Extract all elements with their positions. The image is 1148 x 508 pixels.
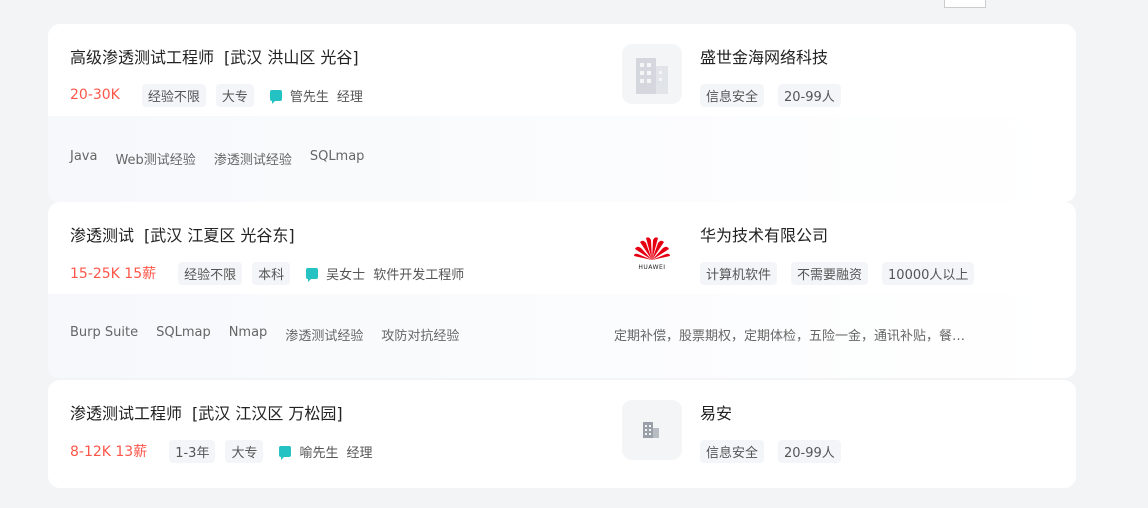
- job-card-header: 渗透测试 [武汉 江夏区 光谷东] 15-25K 15薪 经验不限 本科 吴女士 …: [48, 202, 1076, 294]
- recruiter-name: 管先生: [289, 89, 329, 105]
- skill-tag: SQLmap: [309, 149, 365, 164]
- company-name[interactable]: 盛世金海网络科技: [700, 44, 828, 68]
- job-meta: 8-12K 13薪 1-3年 大专 喻先生 经理: [70, 439, 373, 463]
- job-location: [武汉 江夏区 光谷东]: [144, 226, 295, 245]
- building-small-icon[interactable]: [622, 400, 682, 460]
- job-location: [武汉 洪山区 光谷]: [224, 48, 359, 67]
- chat-icon: [269, 89, 282, 104]
- company-tags: 信息安全 20-99人: [700, 83, 855, 107]
- job-salary: 20-30K: [70, 87, 120, 103]
- job-salary: 8-12K 13薪: [70, 444, 148, 460]
- skill-tag: Java: [70, 149, 98, 164]
- top-tab-fragment: [944, 0, 986, 8]
- job-card-header: 高级渗透测试工程师 [武汉 洪山区 光谷] 20-30K 经验不限 大专 管先生 …: [48, 24, 1076, 116]
- recruiter-info[interactable]: 喻先生 经理: [279, 442, 373, 461]
- job-title[interactable]: 渗透测试: [70, 226, 134, 245]
- education-tag: 大专: [225, 439, 264, 463]
- skill-tag: 攻防对抗经验: [381, 329, 460, 344]
- skill-tags: Burp Suite SQLmap Nmap 渗透测试经验 攻防对抗经验: [70, 325, 477, 344]
- recruiter-name: 吴女士: [326, 267, 366, 283]
- job-title-line[interactable]: 高级渗透测试工程师 [武汉 洪山区 光谷]: [70, 44, 359, 68]
- recruiter-role: 经理: [336, 89, 363, 105]
- job-card-header: 渗透测试工程师 [武汉 江汉区 万松园] 8-12K 13薪 1-3年 大专 喻先…: [48, 380, 1076, 472]
- company-industry-tag: 信息安全: [700, 439, 765, 463]
- company-size-tag: 20-99人: [778, 83, 841, 107]
- chat-icon: [279, 445, 292, 460]
- logo-wordmark: HUAWEI: [638, 263, 666, 271]
- experience-tag: 经验不限: [178, 261, 243, 285]
- job-title-line[interactable]: 渗透测试 [武汉 江夏区 光谷东]: [70, 222, 295, 246]
- education-tag: 大专: [215, 83, 254, 107]
- job-title[interactable]: 高级渗透测试工程师: [70, 48, 214, 67]
- job-meta: 20-30K 经验不限 大专 管先生 经理: [70, 83, 363, 107]
- company-name[interactable]: 华为技术有限公司: [700, 222, 828, 246]
- company-industry-tag: 计算机软件: [700, 261, 778, 285]
- skill-tag: 渗透测试经验: [285, 329, 364, 344]
- job-card[interactable]: 高级渗透测试工程师 [武汉 洪山区 光谷] 20-30K 经验不限 大专 管先生 …: [48, 24, 1076, 202]
- recruiter-name: 喻先生: [299, 445, 339, 461]
- recruiter-role: 经理: [346, 445, 373, 461]
- job-location: [武汉 江汉区 万松园]: [192, 404, 343, 423]
- skill-tag: Nmap: [228, 325, 268, 340]
- education-tag: 本科: [252, 261, 291, 285]
- experience-tag: 经验不限: [141, 83, 206, 107]
- job-card-footer: Burp Suite SQLmap Nmap 渗透测试经验 攻防对抗经验 定期补…: [48, 294, 1076, 378]
- job-card-footer: Java Web测试经验 渗透测试经验 SQLmap: [48, 116, 1076, 202]
- company-tags: 信息安全 20-99人: [700, 439, 855, 463]
- job-list-page: 高级渗透测试工程师 [武汉 洪山区 光谷] 20-30K 经验不限 大专 管先生 …: [0, 0, 1148, 508]
- skill-tag: Burp Suite: [70, 325, 139, 340]
- company-funding-tag: 不需要融资: [791, 261, 869, 285]
- job-card[interactable]: 渗透测试 [武汉 江夏区 光谷东] 15-25K 15薪 经验不限 本科 吴女士 …: [48, 202, 1076, 378]
- skill-tag: SQLmap: [156, 325, 211, 340]
- skill-tag: 渗透测试经验: [213, 153, 292, 168]
- recruiter-role: 软件开发工程师: [373, 267, 465, 283]
- job-salary: 15-25K 15薪: [70, 266, 157, 282]
- job-card[interactable]: 渗透测试工程师 [武汉 江汉区 万松园] 8-12K 13薪 1-3年 大专 喻先…: [48, 380, 1076, 488]
- skill-tag: Web测试经验: [115, 153, 196, 168]
- company-size-tag: 10000人以上: [882, 261, 975, 285]
- building-icon[interactable]: [622, 44, 682, 104]
- job-meta: 15-25K 15薪 经验不限 本科 吴女士 软件开发工程师: [70, 261, 464, 285]
- skill-tags: Java Web测试经验 渗透测试经验 SQLmap: [70, 149, 382, 168]
- job-title-line[interactable]: 渗透测试工程师 [武汉 江汉区 万松园]: [70, 400, 343, 424]
- chat-icon: [306, 267, 319, 282]
- experience-tag: 1-3年: [169, 439, 216, 463]
- welfare-text: 定期补偿，股票期权，定期体检，五险一金，通讯补贴，餐…: [614, 329, 966, 344]
- company-size-tag: 20-99人: [778, 439, 841, 463]
- job-title[interactable]: 渗透测试工程师: [70, 404, 182, 423]
- company-name[interactable]: 易安: [700, 400, 732, 424]
- company-industry-tag: 信息安全: [700, 83, 765, 107]
- huawei-logo-icon[interactable]: HUAWEI: [622, 222, 682, 282]
- recruiter-info[interactable]: 吴女士 软件开发工程师: [306, 264, 464, 283]
- company-tags: 计算机软件 不需要融资 10000人以上: [700, 261, 988, 285]
- recruiter-info[interactable]: 管先生 经理: [269, 86, 363, 105]
